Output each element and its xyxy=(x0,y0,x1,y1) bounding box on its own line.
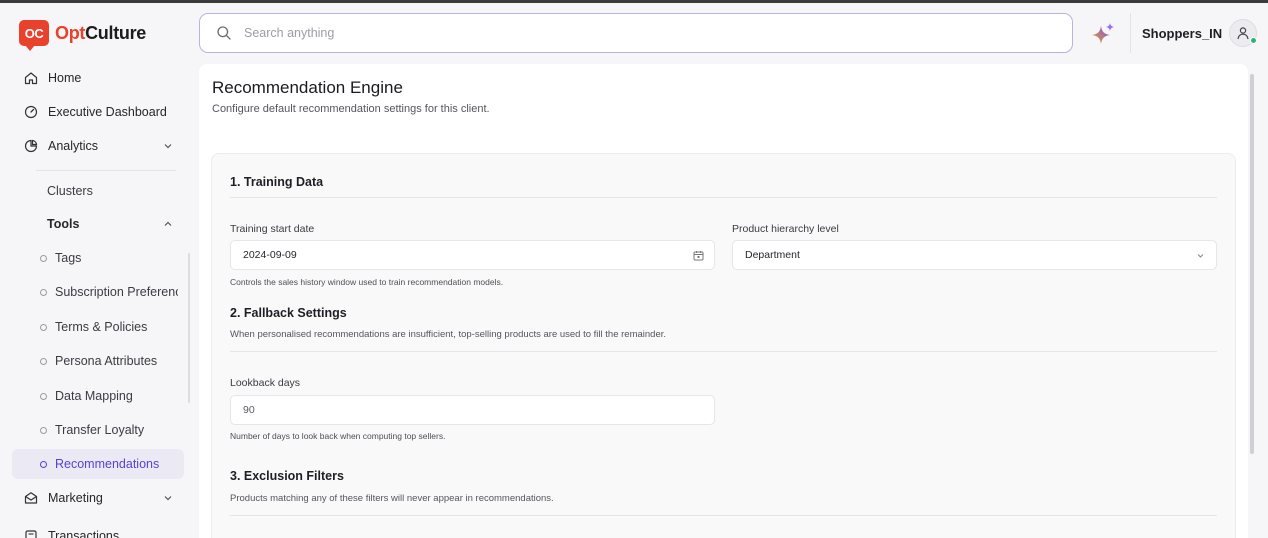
sidebar-item-persona-attributes[interactable]: Persona Attributes xyxy=(12,346,184,376)
logo-text-opt: Opt xyxy=(55,22,86,43)
chevron-up-icon xyxy=(164,221,172,226)
sidebar-item-label: Executive Dashboard xyxy=(48,105,167,119)
lookback-help-text: Number of days to look back when computi… xyxy=(230,431,446,441)
envelope-icon xyxy=(23,490,39,506)
sidebar-item-transfer-loyalty[interactable]: Transfer Loyalty xyxy=(12,415,184,445)
page-title: Recommendation Engine xyxy=(212,78,403,97)
search-input[interactable] xyxy=(244,26,1024,40)
circle-bullet-icon xyxy=(40,460,47,468)
lookback-days-value: 90 xyxy=(243,404,255,416)
settings-card: 1. Training Data Training start date 202… xyxy=(211,153,1236,538)
analytics-icon xyxy=(23,138,39,154)
sidebar-item-label: Transfer Loyalty xyxy=(55,423,145,437)
avatar[interactable] xyxy=(1229,19,1257,47)
sidebar-item-subscription-preferences[interactable]: Subscription Preferences xyxy=(12,277,178,307)
gauge-icon xyxy=(23,104,39,120)
main-scrollbar-thumb[interactable] xyxy=(1250,74,1254,454)
receipt-icon xyxy=(23,528,39,538)
search-icon xyxy=(217,26,231,40)
section-title-fallback-settings: 2. Fallback Settings xyxy=(230,306,347,320)
section-divider xyxy=(230,197,1217,198)
ai-sparkle-icon[interactable] xyxy=(1090,22,1116,48)
search-bar[interactable] xyxy=(199,13,1073,53)
sidebar-item-transactions[interactable]: Transactions xyxy=(12,517,184,538)
lookback-days-label: Lookback days xyxy=(230,377,301,389)
sidebar-item-label: Tools xyxy=(47,217,80,231)
circle-bullet-icon xyxy=(40,426,47,434)
sidebar-item-home[interactable]: Home xyxy=(12,63,184,93)
sidebar-item-terms-policies[interactable]: Terms & Policies xyxy=(12,312,184,342)
sidebar-item-label: Subscription Preferences xyxy=(55,285,178,299)
sidebar-item-analytics[interactable]: Analytics xyxy=(12,131,184,161)
product-hierarchy-label: Product hierarchy level xyxy=(732,223,839,235)
circle-bullet-icon xyxy=(40,323,47,331)
sidebar-item-label: Analytics xyxy=(48,139,99,153)
training-start-date-value: 2024-09-09 xyxy=(243,249,297,261)
sidebar-item-label: Transactions xyxy=(48,529,120,538)
product-hierarchy-value: Department xyxy=(745,249,800,261)
home-icon xyxy=(23,70,39,86)
sidebar-item-marketing[interactable]: Marketing xyxy=(12,483,184,513)
logo-text-culture: Culture xyxy=(85,22,146,43)
account-name[interactable]: Shoppers_IN xyxy=(1142,26,1222,41)
sidebar-item-clusters[interactable]: Clusters xyxy=(47,184,93,198)
training-start-date-field[interactable]: 2024-09-09 xyxy=(230,240,715,270)
circle-bullet-icon xyxy=(40,357,47,365)
sidebar-item-label: Home xyxy=(48,71,82,85)
section-title-training-data: 1. Training Data xyxy=(230,175,324,189)
chevron-down-icon xyxy=(1197,254,1204,258)
circle-bullet-icon xyxy=(40,392,47,400)
sidebar-item-label: Marketing xyxy=(48,491,103,505)
lookback-days-input[interactable]: 90 xyxy=(230,395,715,425)
chevron-down-icon xyxy=(164,144,172,149)
circle-bullet-icon xyxy=(40,288,47,296)
section-divider xyxy=(230,351,1217,352)
brand-logo[interactable]: OC OptCulture xyxy=(19,20,146,51)
user-icon xyxy=(1237,27,1249,40)
training-start-date-label: Training start date xyxy=(230,223,315,235)
page-subtitle: Configure default recommendation setting… xyxy=(212,103,490,115)
sidebar-item-label: Persona Attributes xyxy=(55,354,158,368)
sidebar-item-label: Terms & Policies xyxy=(55,320,148,334)
sidebar-item-label: Data Mapping xyxy=(55,389,133,403)
sidebar-item-tools[interactable]: Tools xyxy=(12,209,184,239)
sidebar-item-recommendations[interactable]: Recommendations xyxy=(12,449,184,479)
section-divider xyxy=(230,515,1217,516)
logo-text: OptCulture xyxy=(55,23,146,44)
logo-mark: OC xyxy=(19,20,49,51)
sidebar-item-data-mapping[interactable]: Data Mapping xyxy=(12,381,184,411)
circle-bullet-icon xyxy=(40,254,47,262)
sidebar-divider xyxy=(36,170,176,171)
main-content: Recommendation Engine Configure default … xyxy=(199,64,1248,538)
fallback-description: When personalised recommendations are in… xyxy=(230,329,667,340)
product-hierarchy-select[interactable]: Department xyxy=(732,240,1217,270)
training-help-text: Controls the sales history window used t… xyxy=(230,277,504,287)
online-status-dot xyxy=(1250,37,1257,44)
exclusion-description: Products matching any of these filters w… xyxy=(230,493,554,504)
sidebar-item-label: Recommendations xyxy=(55,457,160,471)
calendar-icon[interactable] xyxy=(693,250,704,261)
sidebar-item-executive-dashboard[interactable]: Executive Dashboard xyxy=(12,97,184,127)
chevron-down-icon xyxy=(164,496,172,501)
header-divider xyxy=(1130,13,1131,53)
section-title-exclusion-filters: 3. Exclusion Filters xyxy=(230,469,344,483)
sidebar-scrollbar[interactable] xyxy=(188,253,190,403)
sidebar-item-tags[interactable]: Tags xyxy=(12,243,184,273)
sidebar: OC OptCulture Home Executive Dashboard A… xyxy=(0,3,192,538)
sidebar-item-label: Tags xyxy=(55,251,82,265)
